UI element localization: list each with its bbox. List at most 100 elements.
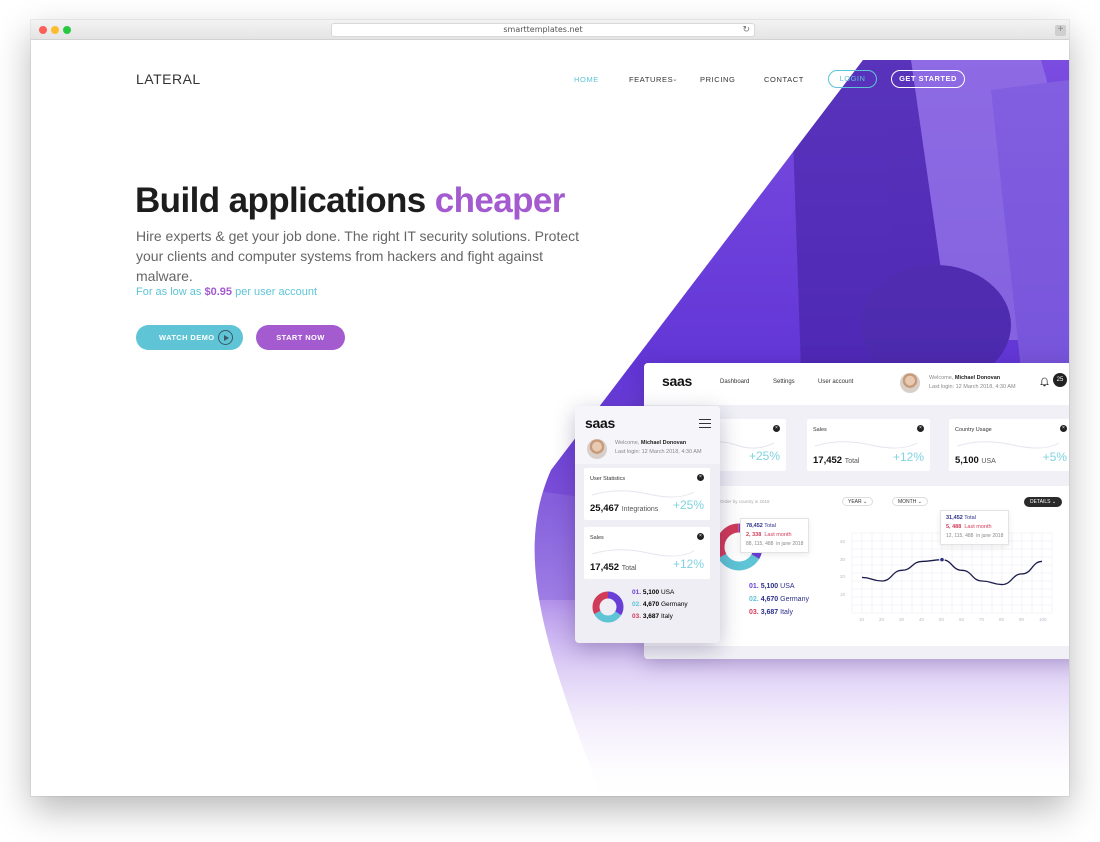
card-title: Sales xyxy=(590,535,604,541)
site-logo[interactable]: LATERAL xyxy=(136,71,201,87)
x-tick-label: 20 xyxy=(879,617,885,622)
card-change: +25% xyxy=(748,449,780,463)
mobile-welcome: Welcome, Michael Donovan Last login: 12 … xyxy=(615,439,702,457)
x-tick-label: 50 xyxy=(939,617,945,622)
dashboard-nav-dashboard: Dashboard xyxy=(720,379,750,385)
y-tick-label: 10 xyxy=(840,592,846,598)
card-unit: Total xyxy=(621,565,637,572)
dashboard-nav-settings: Settings xyxy=(773,379,795,385)
dashboard-logo: saas xyxy=(662,373,692,389)
card-change: +12% xyxy=(672,557,704,571)
page: LATERAL HOME FEATURES ⌄ PRICING CONTACT … xyxy=(31,40,1069,796)
card-value: 17,452 Total xyxy=(813,455,860,466)
browser-window: smarttemplates.net ↻ + LATERAL HOME FEAT… xyxy=(31,20,1069,796)
line-tooltip: 31,452 Total 5, 488 Last month 12, 115, … xyxy=(940,510,1010,545)
x-tick-label: 40 xyxy=(919,617,925,622)
bell-icon xyxy=(1040,377,1049,387)
tooltip-last: 2, 338 Last month xyxy=(746,532,792,538)
price-prefix: For as low as xyxy=(136,286,202,298)
details-label: DETAILS xyxy=(1030,499,1051,505)
dashboard-welcome: Welcome, Michael Donovan Last login: 12 … xyxy=(929,374,1016,392)
x-tick-label: 10 xyxy=(859,617,865,622)
country-row: 01. 5,100 USA xyxy=(632,589,675,596)
card-number: 5,100 xyxy=(955,455,979,466)
month-select[interactable]: MONTH ⌄ xyxy=(892,497,928,506)
headline-text: Build applications xyxy=(135,181,426,220)
welcome-user: Michael Donovan xyxy=(640,440,687,446)
tooltip-total: 31,452 Total xyxy=(946,515,976,521)
watch-demo-label: WATCH DEMO xyxy=(159,333,215,342)
chevron-down-icon: ⌄ xyxy=(672,76,678,83)
start-now-button[interactable]: START NOW xyxy=(256,325,345,350)
card-unit: Total xyxy=(844,458,860,465)
donut-tooltip: 78,452 Total 2, 338 Last month 88, 115, … xyxy=(740,518,810,553)
mobile-card-sales: Sales × 17,452 Total +12% xyxy=(584,527,710,579)
reload-icon[interactable]: ↻ xyxy=(742,24,750,36)
data-point xyxy=(939,556,945,563)
card-unit: Integrations xyxy=(621,506,659,513)
hero-subtitle: Hire experts & get your job done. The ri… xyxy=(136,228,580,284)
card-title: User Statistics xyxy=(590,476,626,482)
minimize-window-button[interactable] xyxy=(51,26,59,34)
welcome-prefix: Welcome, xyxy=(929,375,954,381)
maximize-window-button[interactable] xyxy=(63,26,71,34)
close-icon: × xyxy=(697,474,704,481)
card-title: Country Usage xyxy=(955,427,992,433)
panel-caption: Order by country in 2018 xyxy=(720,499,770,504)
new-tab-icon[interactable]: + xyxy=(1055,25,1066,36)
address-text: smarttemplates.net xyxy=(503,25,583,34)
tooltip-june: 12, 115, 488 in june 2018 xyxy=(946,533,1004,539)
line-chart xyxy=(851,532,1053,614)
login-button[interactable]: LOGIN xyxy=(828,70,877,88)
y-tick-label: 40 xyxy=(840,538,846,544)
nav-pricing[interactable]: PRICING xyxy=(700,75,735,84)
y-tick-label: 30 xyxy=(840,556,846,562)
country-row: 02. 4,670 Germany xyxy=(749,596,809,603)
details-button[interactable]: DETAILS ⌄ xyxy=(1024,497,1062,507)
hero-headline: Build applications cheaper xyxy=(135,181,565,221)
welcome-prefix: Welcome, xyxy=(615,440,640,446)
avatar xyxy=(587,439,607,459)
price-suffix: per user account xyxy=(235,286,318,298)
tooltip-total: 78,452 Total xyxy=(746,523,776,529)
price-line: For as low as $0.95 per user account xyxy=(136,286,317,298)
card-number: 25,467 xyxy=(590,503,620,514)
close-window-button[interactable] xyxy=(39,26,47,34)
x-tick-label: 30 xyxy=(899,617,905,622)
card-change: +25% xyxy=(672,498,704,512)
x-tick-label: 70 xyxy=(979,617,985,622)
close-icon: × xyxy=(773,425,780,432)
address-bar[interactable]: smarttemplates.net ↻ xyxy=(331,23,755,37)
mobile-mockup: saas Welcome, Michael Donovan Last login… xyxy=(575,406,720,643)
card-number: 17,452 xyxy=(813,455,843,466)
welcome-user: Michael Donovan xyxy=(954,375,1001,381)
country-row: 03. 3,687 Italy xyxy=(749,609,794,616)
card-change: +5% xyxy=(1042,450,1067,464)
card-change: +12% xyxy=(892,450,924,464)
mobile-card-user-statistics: User Statistics × 25,467 Integrations +2… xyxy=(584,468,710,520)
headline-accent: cheaper xyxy=(434,181,566,220)
close-icon: × xyxy=(1060,425,1067,432)
year-select[interactable]: YEAR ⌄ xyxy=(842,497,874,506)
stat-card-country-usage: Country Usage × 5,100 USA +5% xyxy=(949,419,1069,471)
card-unit: USA xyxy=(981,458,996,465)
country-row: 02. 4,670 Germany xyxy=(632,601,688,608)
nav-home[interactable]: HOME xyxy=(574,75,599,84)
dashboard-nav-user-account: User account xyxy=(818,379,854,385)
play-icon xyxy=(218,330,233,345)
nav-contact[interactable]: CONTACT xyxy=(764,75,804,84)
price-value: $0.95 xyxy=(204,286,233,298)
country-row: 01. 5,100 USA xyxy=(749,583,795,590)
watch-demo-button[interactable]: WATCH DEMO xyxy=(136,325,243,350)
notification-badge: 25 xyxy=(1053,373,1067,387)
close-icon: × xyxy=(697,533,704,540)
month-select-label: MONTH xyxy=(898,499,917,505)
chart-grid xyxy=(851,532,1053,614)
mobile-logo: saas xyxy=(585,415,615,431)
get-started-button[interactable]: GET STARTED xyxy=(891,70,965,88)
nav-features[interactable]: FEATURES xyxy=(629,75,673,84)
card-value: 17,452 Total xyxy=(590,562,637,573)
card-number: 17,452 xyxy=(590,562,620,573)
tooltip-june: 88, 115, 488 in june 2018 xyxy=(746,541,804,547)
card-value: 25,467 Integrations xyxy=(590,503,658,514)
